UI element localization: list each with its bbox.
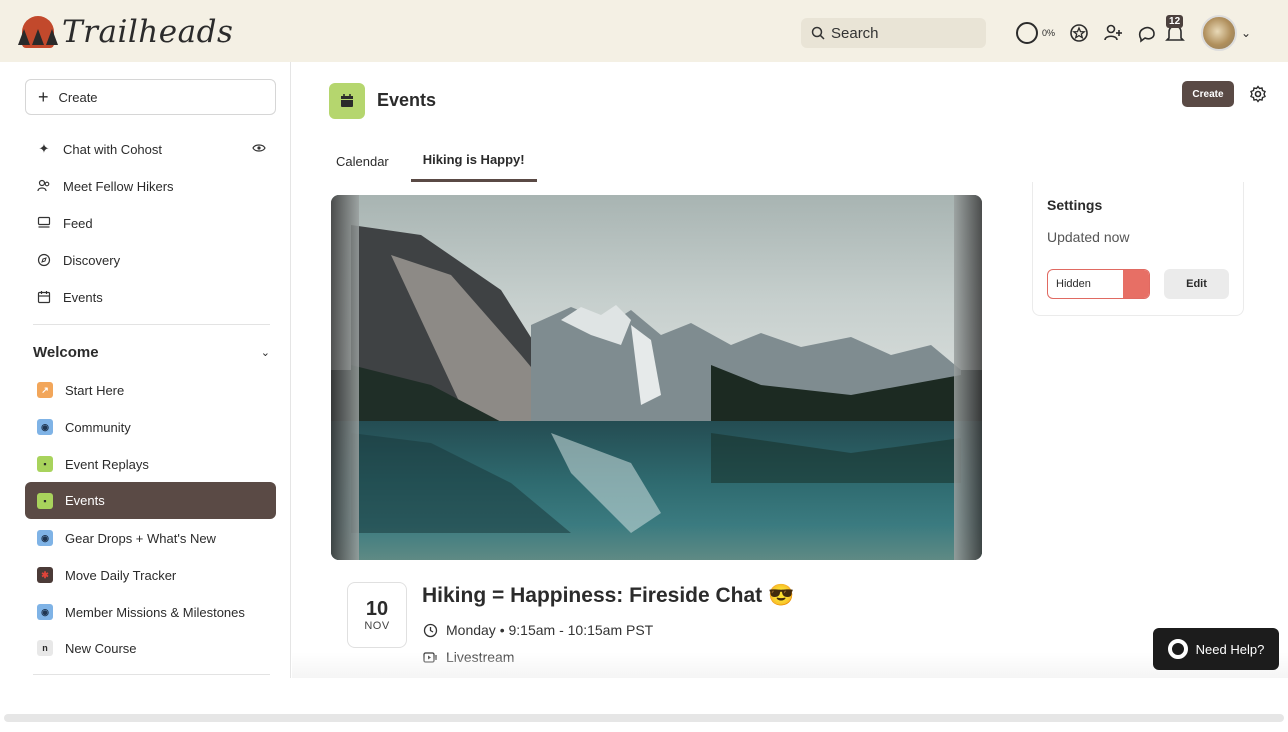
create-event-button[interactable]: Create <box>1182 81 1234 107</box>
people-icon <box>37 179 51 193</box>
sidebar-item-label: Feed <box>63 215 93 231</box>
gear-icon[interactable] <box>1246 82 1270 106</box>
runner-icon: ✱ <box>37 567 53 583</box>
settings-card: Settings Updated now Hidden Edit <box>1032 182 1244 316</box>
event-day: 10 <box>365 598 389 620</box>
top-bar: Trailheads 0% 12 ⌄ <box>0 0 1288 62</box>
sparkle-icon: ✦ <box>38 141 50 156</box>
sidebar-item-label: Community <box>65 419 131 435</box>
progress-percent: 0% <box>1042 28 1056 38</box>
sidebar-item-discovery[interactable]: Discovery <box>25 245 276 275</box>
page-title: Events <box>377 90 437 110</box>
brand-name: Trailheads <box>62 14 234 50</box>
section-title: Welcome <box>33 344 99 361</box>
main-content: Events Create Calendar Hiking is Happy! <box>292 62 1288 678</box>
chevron-down-icon[interactable]: ⌄ <box>261 346 270 359</box>
sidebar-item-label: Chat with Cohost <box>63 141 162 157</box>
plus-icon: + <box>38 87 49 107</box>
letter-n-icon: n <box>37 640 53 656</box>
horizontal-scrollbar[interactable] <box>4 714 1284 722</box>
badge-star-icon[interactable] <box>1069 23 1089 43</box>
sidebar-item-member-missions[interactable]: ◉ Member Missions & Milestones <box>25 597 276 627</box>
compass-icon: ◉ <box>37 604 53 620</box>
tab-hiking-is-happy[interactable]: Hiking is Happy! <box>410 140 537 182</box>
sidebar-item-events-active[interactable]: ▪ Events <box>25 482 276 519</box>
calendar-icon: ▪ <box>37 456 53 472</box>
settings-title: Settings <box>1047 197 1103 213</box>
brand-logo[interactable]: Trailheads <box>18 12 234 52</box>
calendar-icon <box>329 83 365 119</box>
calendar-icon: ▪ <box>37 492 53 509</box>
need-help-label: Need Help? <box>1195 641 1265 657</box>
sidebar-item-meet-fellow-hikers[interactable]: Meet Fellow Hikers <box>25 171 276 201</box>
sidebar-item-chat-with-cohost[interactable]: ✦ Chat with Cohost <box>25 134 276 164</box>
sidebar-item-label: Events <box>63 289 103 305</box>
sidebar-item-label: Meet Fellow Hikers <box>63 178 174 194</box>
notification-count-badge: 12 <box>1166 15 1184 28</box>
event-location: Livestream <box>446 649 515 665</box>
eye-icon[interactable] <box>252 142 266 156</box>
sidebar-item-label: Gear Drops + What's New <box>65 530 216 546</box>
visibility-label: Hidden <box>1056 278 1091 290</box>
search-icon <box>811 26 825 40</box>
sidebar-item-label: Member Missions & Milestones <box>65 604 245 620</box>
compass-icon <box>37 253 51 267</box>
sidebar-item-label: Events <box>65 493 105 508</box>
tab-calendar[interactable]: Calendar <box>322 140 403 182</box>
arrow-icon: ↗ <box>37 382 53 398</box>
sidebar-item-label: New Course <box>65 640 137 656</box>
need-help-button[interactable]: Need Help? <box>1153 628 1279 670</box>
sidebar-item-new-course[interactable]: n New Course <box>25 633 276 663</box>
event-cover-image <box>331 195 982 560</box>
add-person-icon[interactable] <box>1103 23 1123 43</box>
compass-icon: ◉ <box>37 419 53 435</box>
chevron-down-icon[interactable]: ⌄ <box>1241 26 1251 40</box>
search-input[interactable] <box>831 24 981 42</box>
sidebar-item-gear-drops[interactable]: ◉ Gear Drops + What's New <box>25 523 276 553</box>
sidebar-item-label: Start Here <box>65 382 125 398</box>
trees-logo-icon <box>18 16 58 48</box>
event-time-row: Monday • 9:15am - 10:15am PST <box>423 622 653 638</box>
sidebar: + Create ✦ Chat with Cohost Meet Fellow … <box>10 62 291 678</box>
sidebar-create-button[interactable]: + Create <box>25 79 276 115</box>
sidebar-divider <box>33 324 270 325</box>
clock-icon <box>423 623 438 637</box>
edit-button[interactable]: Edit <box>1164 269 1229 299</box>
progress-ring-icon[interactable] <box>1016 22 1038 44</box>
search-bar[interactable] <box>801 18 986 48</box>
messages-icon[interactable] <box>1137 23 1159 43</box>
event-month: NOV <box>364 620 390 632</box>
event-location-row: Livestream <box>423 649 514 665</box>
toggle-knob <box>1122 270 1149 298</box>
sidebar-item-label: Discovery <box>63 252 121 268</box>
feed-icon <box>37 216 51 230</box>
sidebar-item-label: Event Replays <box>65 456 149 472</box>
sidebar-item-event-replays[interactable]: ▪ Event Replays <box>25 449 276 479</box>
event-time: Monday • 9:15am - 10:15am PST <box>446 622 654 638</box>
video-icon <box>423 651 437 663</box>
calendar-icon <box>37 290 51 304</box>
lifebuoy-icon <box>1167 639 1188 659</box>
create-label: Create <box>58 89 98 105</box>
event-date: 10 NOV <box>347 582 407 648</box>
sidebar-item-label: Move Daily Tracker <box>65 567 177 583</box>
notifications-button[interactable]: 12 <box>1163 15 1187 45</box>
sidebar-item-move-daily-tracker[interactable]: ✱ Move Daily Tracker <box>25 560 276 590</box>
event-title[interactable]: Hiking = Happiness: Fireside Chat 😎 <box>422 584 794 608</box>
sidebar-item-community[interactable]: ◉ Community <box>25 412 276 442</box>
sidebar-section-welcome[interactable]: Welcome ⌄ <box>33 344 270 361</box>
header-actions: 0% 12 ⌄ <box>1016 15 1251 51</box>
sidebar-divider <box>33 674 270 675</box>
settings-updated: Updated now <box>1047 229 1130 245</box>
user-avatar[interactable] <box>1201 15 1238 51</box>
compass-icon: ◉ <box>37 530 53 546</box>
sidebar-item-events[interactable]: Events <box>25 282 276 312</box>
tab-bar: Calendar Hiking is Happy! <box>322 140 537 182</box>
sidebar-item-feed[interactable]: Feed <box>25 208 276 238</box>
sidebar-item-start-here[interactable]: ↗ Start Here <box>25 375 276 405</box>
visibility-toggle[interactable]: Hidden <box>1047 269 1150 299</box>
